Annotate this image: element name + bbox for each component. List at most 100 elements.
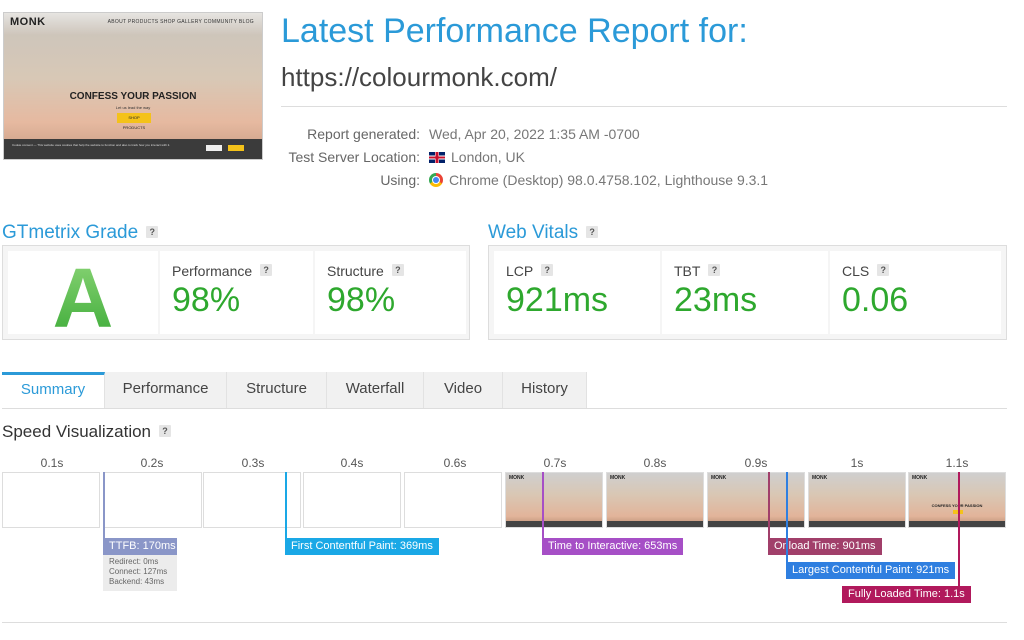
thumb-logo: MONK	[10, 16, 46, 28]
vital-value: 921ms	[506, 281, 609, 319]
vitals-heading-text: Web Vitals	[488, 222, 579, 243]
frame-cookie-bar	[909, 521, 1005, 527]
timeline-tick: 0.6s	[443, 456, 467, 470]
frame-screenshot: MONK	[809, 473, 905, 527]
timeline-tick: 0.7s	[543, 456, 567, 470]
help-icon[interactable]: ?	[146, 226, 159, 238]
help-icon[interactable]: ?	[159, 425, 172, 437]
vital-cls: CLS? 0.06	[830, 251, 1001, 334]
frame-logo: MONK	[610, 475, 626, 481]
thumb-subline: Let us lead the way	[115, 105, 151, 110]
meta-label: Report generated:	[307, 126, 420, 142]
marker-label: Largest Contentful Paint: 921ms	[786, 562, 956, 579]
meta-value-text: Chrome (Desktop) 98.0.4758.102, Lighthou…	[449, 172, 769, 188]
meta-row: Report generated: Wed, Apr 20, 2022 1:35 …	[0, 124, 1024, 144]
meta-label: Test Server Location:	[288, 149, 420, 165]
help-icon[interactable]: ?	[708, 264, 721, 276]
timeline-tick: 0.9s	[744, 456, 768, 470]
frame-cookie-bar	[607, 521, 703, 527]
divider	[281, 106, 1007, 107]
vital-value: 23ms	[674, 281, 758, 319]
thumb-menu: ABOUT PRODUCTS SHOP GALLERY COMMUNITY BL…	[107, 19, 254, 25]
structure-metric: Structure? 98%	[315, 251, 466, 334]
speed-heading-text: Speed Visualization	[2, 422, 152, 441]
vital-value: 0.06	[842, 281, 909, 319]
vital-label: LCP?	[506, 263, 554, 279]
grade-heading: GTmetrix Grade?	[2, 222, 159, 244]
meta-value-text: Wed, Apr 20, 2022 1:35 AM -0700	[429, 126, 640, 142]
grade-letter-a: A	[53, 251, 114, 345]
frame-cookie-bar	[506, 521, 602, 527]
frame-screenshot: MONK	[708, 473, 804, 527]
vital-label: CLS?	[842, 263, 890, 279]
marker-line	[103, 472, 105, 538]
structure-value: 98%	[327, 281, 396, 319]
performance-value: 98%	[172, 281, 241, 319]
performance-label: Performance?	[172, 263, 273, 279]
meta-value: London, UK	[429, 147, 525, 167]
vital-tbt: TBT? 23ms	[662, 251, 828, 334]
filmstrip-frame[interactable]	[404, 472, 502, 528]
structure-label-text: Structure	[327, 263, 384, 279]
frame-logo: MONK	[711, 475, 727, 481]
timeline-tick: 0.3s	[241, 456, 265, 470]
chrome-icon	[429, 173, 443, 187]
performance-metric: Performance? 98%	[160, 251, 313, 334]
meta-value: Wed, Apr 20, 2022 1:35 AM -0700	[429, 124, 640, 144]
ttfb-breakdown: Redirect: 0ms Connect: 127ms Backend: 43…	[103, 555, 177, 591]
tab-waterfall[interactable]: Waterfall	[327, 372, 424, 408]
thumb-cta: SHOP PRODUCTS	[117, 113, 151, 130]
help-icon[interactable]: ?	[391, 264, 404, 276]
vital-lcp: LCP? 921ms	[494, 251, 660, 334]
grade-box: A	[8, 251, 158, 345]
grade-panel: A Performance? 98% Structure? 98%	[2, 245, 470, 345]
filmstrip-frame[interactable]: MONK	[606, 472, 704, 528]
frame-cookie-bar	[809, 521, 905, 527]
marker-line	[768, 472, 770, 538]
ttfb-connect: Connect: 127ms	[109, 567, 168, 576]
report-title: Latest Performance Report for:	[281, 12, 748, 50]
help-icon[interactable]: ?	[260, 264, 273, 276]
frame-logo: MONK	[509, 475, 525, 481]
marker-label: First Contentful Paint: 369ms	[285, 538, 439, 555]
meta-label: Using:	[380, 172, 420, 188]
filmstrip-frame[interactable]: MONK CONFESS YOUR PASSION	[908, 472, 1006, 528]
report-url[interactable]: https://colourmonk.com/	[281, 62, 557, 93]
tab-history[interactable]: History	[503, 372, 587, 408]
speed-heading: Speed Visualization?	[2, 422, 172, 442]
help-icon[interactable]: ?	[877, 264, 890, 276]
filmstrip-frame[interactable]	[2, 472, 100, 528]
help-icon[interactable]: ?	[541, 264, 554, 276]
filmstrip-frame[interactable]: MONK	[707, 472, 805, 528]
filmstrip-frame[interactable]	[303, 472, 401, 528]
vitals-heading: Web Vitals?	[488, 222, 599, 244]
tab-summary[interactable]: Summary	[2, 372, 105, 408]
divider	[2, 622, 1007, 623]
tab-structure[interactable]: Structure	[227, 372, 327, 408]
marker-line	[542, 472, 544, 538]
frame-headline: CONFESS YOUR PASSION	[931, 503, 983, 508]
tab-performance[interactable]: Performance	[105, 372, 227, 408]
marker-line	[285, 472, 287, 538]
timeline-tick: 0.8s	[643, 456, 667, 470]
performance-label-text: Performance	[172, 263, 253, 279]
frame-screenshot: MONK CONFESS YOUR PASSION	[909, 473, 1005, 527]
vital-label-text: TBT	[674, 263, 701, 279]
marker-line	[786, 472, 788, 562]
grade-heading-text: GTmetrix Grade	[2, 222, 139, 243]
help-icon[interactable]: ?	[586, 226, 599, 238]
vital-label-text: CLS	[842, 263, 870, 279]
timeline-tick: 1.1s	[945, 456, 969, 470]
frame-logo: MONK	[912, 475, 928, 481]
tab-video[interactable]: Video	[424, 372, 503, 408]
meta-value: Chrome (Desktop) 98.0.4758.102, Lighthou…	[429, 170, 768, 190]
marker-label: Fully Loaded Time: 1.1s	[842, 586, 971, 603]
meta-row: Test Server Location: London, UK	[0, 147, 1024, 167]
filmstrip-frame[interactable]: MONK	[808, 472, 906, 528]
filmstrip-frame[interactable]: MONK	[505, 472, 603, 528]
structure-label: Structure?	[327, 263, 404, 279]
marker-label: Time to Interactive: 653ms	[542, 538, 684, 555]
timeline-tick: 0.1s	[40, 456, 64, 470]
ttfb-backend: Backend: 43ms	[109, 577, 165, 586]
filmstrip-frame[interactable]	[104, 472, 202, 528]
